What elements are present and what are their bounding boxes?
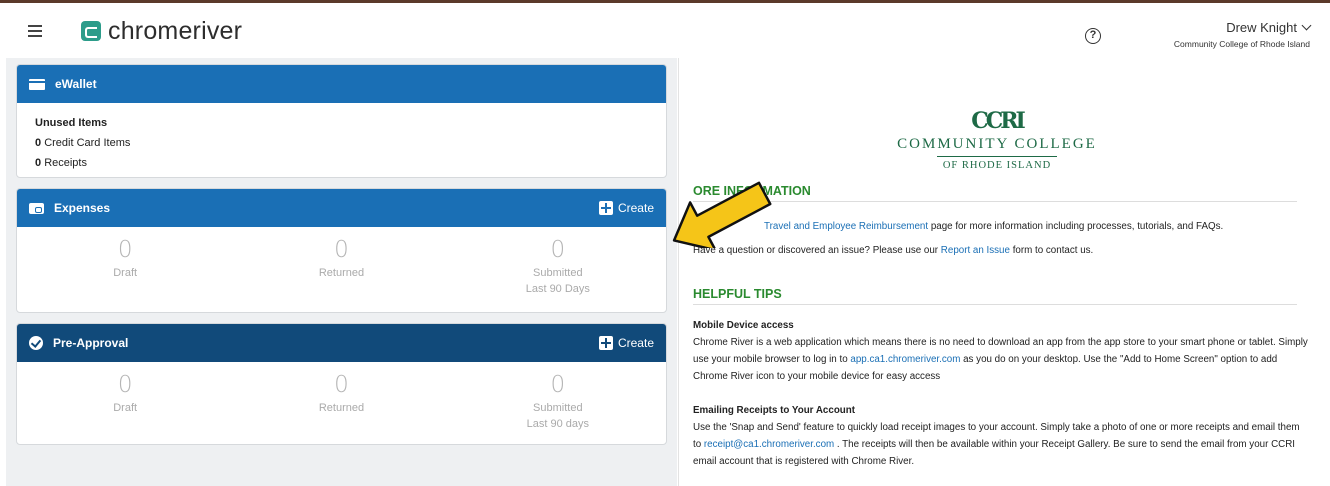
check-circle-icon xyxy=(29,336,43,350)
preapproval-submitted[interactable]: 0 Submitted Last 90 days xyxy=(450,372,666,444)
stat-label-group: Submitted Last 90 days xyxy=(450,400,666,432)
preapproval-card: Pre-Approval Create 0 Draft 0 Returned 0… xyxy=(16,323,667,445)
plus-icon xyxy=(598,336,613,350)
preapproval-create-button[interactable]: Create xyxy=(598,336,654,350)
travel-reimbursement-link[interactable]: Travel and Employee Reimbursement xyxy=(764,221,928,232)
expenses-returned[interactable]: 0 Returned xyxy=(233,237,449,311)
stat-label: Draft xyxy=(113,402,138,414)
credit-card-items[interactable]: 0 Credit Card Items xyxy=(35,133,648,153)
mobile-tip: Mobile Device access Chrome River is a w… xyxy=(693,317,1308,385)
stat-value: 0 xyxy=(117,372,133,398)
ewallet-card: eWallet Unused Items 0 Credit Card Items… xyxy=(16,64,667,178)
more-info-text-1: page for more information including proc… xyxy=(928,221,1224,232)
receipts-label: Receipts xyxy=(44,157,87,169)
expenses-title: Expenses xyxy=(54,201,111,215)
logo-divider xyxy=(937,156,1057,157)
report-issue-link[interactable]: Report an Issue xyxy=(941,245,1010,256)
user-menu[interactable]: Drew Knight Community College of Rhode I… xyxy=(1173,19,1312,49)
preapproval-draft[interactable]: 0 Draft xyxy=(17,372,233,444)
stat-label: Returned xyxy=(318,267,365,279)
expenses-header: Expenses Create xyxy=(17,189,666,227)
ewallet-title: eWallet xyxy=(55,77,97,91)
preapproval-header: Pre-Approval Create xyxy=(17,324,666,362)
preapproval-returned[interactable]: 0 Returned xyxy=(233,372,449,444)
email-tip-title: Emailing Receipts to Your Account xyxy=(693,405,856,416)
app-header: chromeriver ? Drew Knight Community Coll… xyxy=(0,3,1330,58)
mobile-app-link[interactable]: app.ca1.chromeriver.com xyxy=(850,354,960,365)
stat-label-group: Submitted Last 90 Days xyxy=(450,265,666,297)
ewallet-body: Unused Items 0 Credit Card Items 0 Recei… xyxy=(17,103,666,177)
stat-value: 0 xyxy=(550,372,566,398)
expenses-stats: 0 Draft 0 Returned 0 Submitted Last 90 Da… xyxy=(17,227,666,311)
stat-label: Returned xyxy=(318,402,365,414)
stat-value: 0 xyxy=(117,237,133,263)
ccri-mark: CCRI xyxy=(971,108,1026,134)
receipt-email-link[interactable]: receipt@ca1.chromeriver.com xyxy=(704,439,834,450)
stat-value: 0 xyxy=(334,372,349,398)
more-information-heading: ORE INFORMATION xyxy=(693,184,1297,202)
dashboard-panel: eWallet Unused Items 0 Credit Card Items… xyxy=(6,58,677,486)
credit-card-label: Credit Card Items xyxy=(44,137,131,149)
college-name: COMMUNITY COLLEGE xyxy=(897,136,1097,152)
wallet-icon xyxy=(29,78,45,90)
chromeriver-logo-icon xyxy=(81,21,101,41)
email-tip: Emailing Receipts to Your Account Use th… xyxy=(693,402,1308,470)
preapproval-stats: 0 Draft 0 Returned 0 Submitted Last 90 da… xyxy=(17,362,666,444)
menu-icon[interactable] xyxy=(28,25,42,37)
user-organization: Community College of Rhode Island xyxy=(1173,39,1310,49)
preapproval-title: Pre-Approval xyxy=(53,336,129,350)
expenses-submitted[interactable]: 0 Submitted Last 90 Days xyxy=(450,237,666,311)
college-subname: OF RHODE ISLAND xyxy=(942,160,1052,171)
receipts-items[interactable]: 0 Receipts xyxy=(35,153,648,173)
create-label: Create xyxy=(617,201,654,215)
expenses-icon xyxy=(29,202,44,214)
ccri-logo: CCRI COMMUNITY COLLEGE OF RHODE ISLAND xyxy=(877,108,1117,171)
help-icon[interactable]: ? xyxy=(1085,28,1101,44)
user-name: Drew Knight xyxy=(1226,20,1297,35)
stat-label: Submitted xyxy=(533,402,583,414)
logo-text: chromeriver xyxy=(108,16,243,45)
more-info-line-2: Have a question or discovered an issue? … xyxy=(693,242,1308,259)
chromeriver-logo[interactable]: chromeriver xyxy=(81,17,242,45)
expenses-draft[interactable]: 0 Draft xyxy=(17,237,233,311)
stat-value: 0 xyxy=(550,237,566,263)
stat-label: Submitted xyxy=(533,267,583,279)
create-label: Create xyxy=(617,336,654,350)
stat-sublabel: Last 90 Days xyxy=(525,283,590,295)
more-info-text-2b: form to contact us. xyxy=(1009,245,1094,256)
chevron-down-icon xyxy=(1301,20,1312,31)
stat-sublabel: Last 90 days xyxy=(526,418,589,430)
receipts-count: 0 xyxy=(35,157,42,169)
helpful-tips-heading: HELPFUL TIPS xyxy=(693,287,1297,305)
credit-card-count: 0 xyxy=(35,137,42,149)
expenses-create-button[interactable]: Create xyxy=(598,201,654,215)
stat-label: Draft xyxy=(113,267,138,279)
plus-icon xyxy=(598,201,613,215)
ewallet-header[interactable]: eWallet xyxy=(17,65,666,103)
more-info-line-1: Travel and Employee Reimbursement page f… xyxy=(693,218,1308,235)
annotation-arrow xyxy=(672,181,772,248)
unused-items-title: Unused Items xyxy=(35,117,108,129)
stat-value: 0 xyxy=(334,237,349,263)
mobile-tip-title: Mobile Device access xyxy=(693,320,794,331)
info-panel: CCRI COMMUNITY COLLEGE OF RHODE ISLAND O… xyxy=(678,58,1330,486)
expenses-card: Expenses Create 0 Draft 0 Returned 0 Sub… xyxy=(16,188,667,313)
